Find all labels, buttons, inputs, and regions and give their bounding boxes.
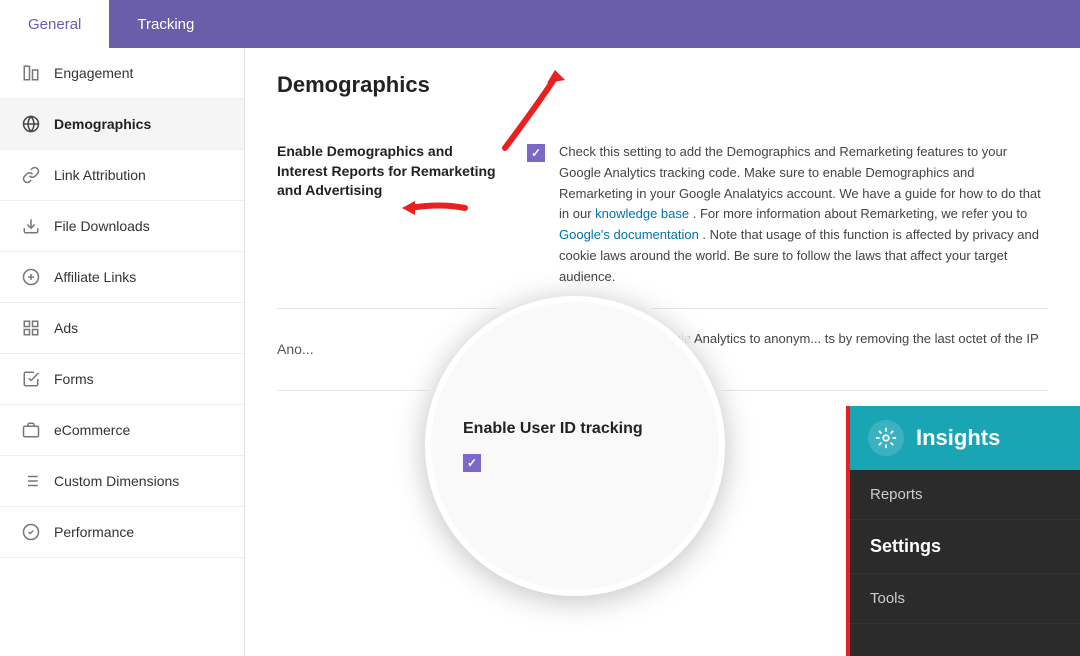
demographics-checkbox-area: Check this setting to add the Demographi… bbox=[527, 142, 1048, 288]
sidebar-item-performance[interactable]: Performance bbox=[0, 507, 244, 558]
magnify-content: Enable User ID tracking bbox=[431, 396, 719, 496]
sidebar-item-ecommerce[interactable]: eCommerce bbox=[0, 405, 244, 456]
sidebar-item-affiliate-links[interactable]: Affiliate Links bbox=[0, 252, 244, 303]
sidebar-item-demographics[interactable]: Demographics bbox=[0, 99, 244, 150]
insights-menu-reports[interactable]: Reports bbox=[850, 470, 1080, 520]
store-icon bbox=[20, 419, 42, 441]
sidebar-item-ads[interactable]: Ads bbox=[0, 303, 244, 354]
user-id-checkbox-row bbox=[463, 454, 687, 472]
sidebar-item-custom-dimensions[interactable]: Custom Dimensions bbox=[0, 456, 244, 507]
link-icon bbox=[20, 164, 42, 186]
insights-menu-tools[interactable]: Tools bbox=[850, 574, 1080, 624]
sidebar-item-engagement[interactable]: Engagement bbox=[0, 48, 244, 99]
magnify-circle: Enable User ID tracking bbox=[425, 296, 725, 596]
checkbox-icon bbox=[20, 368, 42, 390]
sidebar-item-file-downloads[interactable]: File Downloads bbox=[0, 201, 244, 252]
page-title: Demographics bbox=[277, 72, 1048, 98]
insights-logo-icon bbox=[868, 420, 904, 456]
sidebar: Engagement Demographics Link Attribution… bbox=[0, 48, 245, 656]
insights-menu-settings[interactable]: Settings bbox=[850, 520, 1080, 574]
demographics-remarketing-label: Enable Demographics and Interest Reports… bbox=[277, 142, 497, 201]
main-layout: Engagement Demographics Link Attribution… bbox=[0, 48, 1080, 656]
gauge-icon bbox=[20, 521, 42, 543]
demographics-description: Check this setting to add the Demographi… bbox=[559, 142, 1048, 288]
chart-icon bbox=[20, 62, 42, 84]
tab-tracking[interactable]: Tracking bbox=[109, 0, 222, 48]
demographics-checkbox[interactable] bbox=[527, 144, 545, 162]
list-icon bbox=[20, 470, 42, 492]
insights-title: Insights bbox=[916, 425, 1000, 451]
top-navigation: General Tracking bbox=[0, 0, 1080, 48]
sidebar-item-forms[interactable]: Forms bbox=[0, 354, 244, 405]
knowledge-base-link[interactable]: knowledge base bbox=[595, 206, 689, 221]
user-id-checkbox[interactable] bbox=[463, 454, 481, 472]
grid-icon bbox=[20, 317, 42, 339]
tab-general[interactable]: General bbox=[0, 0, 109, 48]
download-icon bbox=[20, 215, 42, 237]
main-content-area: Demographics Enable Demographics and Int… bbox=[245, 48, 1080, 656]
sidebar-item-link-attribution[interactable]: Link Attribution bbox=[0, 150, 244, 201]
dollar-icon bbox=[20, 266, 42, 288]
insights-panel: Insights Reports Settings Tools bbox=[850, 406, 1080, 656]
user-id-tracking-label: Enable User ID tracking bbox=[463, 420, 687, 438]
globe-icon bbox=[20, 113, 42, 135]
insights-header: Insights bbox=[850, 406, 1080, 470]
demographics-remarketing-row: Enable Demographics and Interest Reports… bbox=[277, 122, 1048, 309]
google-documentation-link[interactable]: Google's documentation bbox=[559, 227, 699, 242]
